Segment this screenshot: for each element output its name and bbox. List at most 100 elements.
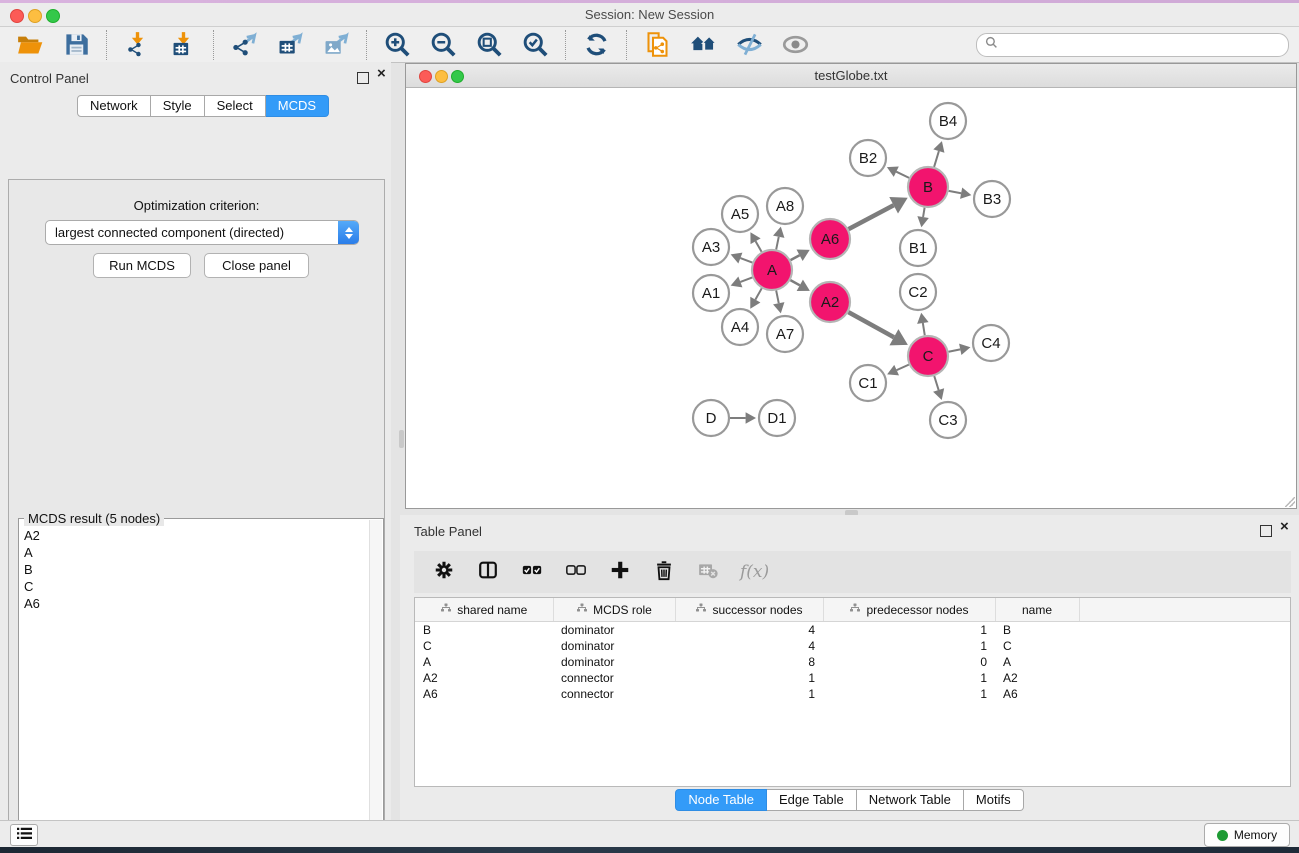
- graph-edge-A-A7[interactable]: [776, 291, 779, 304]
- table-row[interactable]: Adominator80A: [415, 654, 1290, 670]
- table-cell[interactable]: connector: [553, 686, 675, 702]
- zoom-in-button[interactable]: [382, 30, 412, 60]
- graph-node-B[interactable]: B: [908, 167, 948, 207]
- select-all-columns-button[interactable]: [520, 559, 544, 585]
- import-network-button[interactable]: [122, 30, 152, 60]
- graph-edge-A-A2[interactable]: [790, 280, 799, 285]
- column-header-mcds-role[interactable]: MCDS role: [553, 598, 675, 622]
- vertical-splitter-handle[interactable]: [399, 430, 404, 448]
- graph-node-A6[interactable]: A6: [810, 219, 850, 259]
- mcds-result-item[interactable]: A: [20, 544, 370, 561]
- graph-edge-C-C4[interactable]: [949, 349, 961, 351]
- delete-column-button[interactable]: [652, 559, 676, 585]
- graph-edge-C-C2[interactable]: [923, 323, 925, 335]
- table-cell[interactable]: A: [415, 654, 553, 670]
- unselect-all-columns-button[interactable]: [564, 559, 588, 585]
- table-cell[interactable]: A2: [995, 670, 1079, 686]
- graph-node-C[interactable]: C: [908, 336, 948, 376]
- graph-edge-A-A4[interactable]: [755, 288, 761, 299]
- search-input[interactable]: [1003, 37, 1280, 53]
- show-columns-button[interactable]: [476, 559, 500, 585]
- table-cell[interactable]: C: [415, 638, 553, 654]
- graph-edge-B-B2[interactable]: [896, 172, 909, 178]
- tab-network[interactable]: Network: [77, 95, 151, 117]
- table-cell[interactable]: dominator: [553, 622, 675, 639]
- export-image-button[interactable]: [321, 30, 351, 60]
- zoom-selected-button[interactable]: [520, 30, 550, 60]
- table-cell[interactable]: dominator: [553, 654, 675, 670]
- tab-node-table[interactable]: Node Table: [675, 789, 767, 811]
- table-row[interactable]: A6connector11A6: [415, 686, 1290, 702]
- graph-node-A2[interactable]: A2: [810, 282, 850, 322]
- graph-edge-B-B4[interactable]: [934, 151, 939, 167]
- tab-motifs[interactable]: Motifs: [964, 789, 1024, 811]
- graph-node-C3[interactable]: C3: [930, 402, 966, 438]
- float-control-panel-button[interactable]: [357, 72, 369, 86]
- graph-node-B1[interactable]: B1: [900, 230, 936, 266]
- network-canvas[interactable]: B4B2BB3A8A5A6A3B1AA1C2A2A4A7C4CC1C3DD1: [406, 88, 1296, 508]
- column-header-predecessor-nodes[interactable]: predecessor nodes: [823, 598, 995, 622]
- mcds-result-item[interactable]: B: [20, 561, 370, 578]
- table-cell[interactable]: 0: [823, 654, 995, 670]
- mcds-result-item[interactable]: A6: [20, 595, 370, 612]
- float-table-panel-button[interactable]: [1260, 525, 1272, 539]
- graph-edge-A-A6[interactable]: [791, 255, 800, 260]
- graph-edge-A2-C[interactable]: [848, 312, 894, 337]
- save-session-button[interactable]: [61, 30, 91, 60]
- close-control-panel-button[interactable]: ×: [377, 68, 386, 80]
- graph-node-A7[interactable]: A7: [767, 316, 803, 352]
- graph-node-A4[interactable]: A4: [722, 309, 758, 345]
- graph-node-D[interactable]: D: [693, 400, 729, 436]
- optimization-criterion-select[interactable]: largest connected component (directed): [45, 220, 359, 245]
- column-header-shared-name[interactable]: shared name: [415, 598, 553, 622]
- memory-button[interactable]: Memory: [1204, 823, 1290, 847]
- table-cell[interactable]: connector: [553, 670, 675, 686]
- close-table-panel-button[interactable]: ×: [1280, 521, 1289, 533]
- export-table-button[interactable]: [275, 30, 305, 60]
- table-cell[interactable]: B: [995, 622, 1079, 639]
- column-header-name[interactable]: name: [995, 598, 1079, 622]
- graph-node-B4[interactable]: B4: [930, 103, 966, 139]
- graph-edge-C-C3[interactable]: [934, 376, 938, 390]
- clone-network-button[interactable]: [642, 30, 672, 60]
- table-cell[interactable]: 1: [823, 638, 995, 654]
- zoom-out-button[interactable]: [428, 30, 458, 60]
- table-cell[interactable]: 4: [675, 622, 823, 639]
- task-history-button[interactable]: [10, 824, 38, 846]
- tab-mcds[interactable]: MCDS: [266, 95, 329, 117]
- mcds-result-list[interactable]: A2ABCA6: [20, 527, 370, 853]
- export-network-button[interactable]: [229, 30, 259, 60]
- graph-node-C1[interactable]: C1: [850, 365, 886, 401]
- graph-edge-A-A1[interactable]: [740, 277, 752, 282]
- table-cell[interactable]: 4: [675, 638, 823, 654]
- graph-node-D1[interactable]: D1: [759, 400, 795, 436]
- graph-node-A[interactable]: A: [752, 250, 792, 290]
- graph-node-A8[interactable]: A8: [767, 188, 803, 224]
- tab-network-table[interactable]: Network Table: [857, 789, 964, 811]
- table-cell[interactable]: 1: [823, 686, 995, 702]
- hide-panels-button[interactable]: [734, 30, 764, 60]
- table-options-button[interactable]: [432, 559, 456, 585]
- home-button[interactable]: [688, 30, 718, 60]
- graph-node-A3[interactable]: A3: [693, 229, 729, 265]
- table-cell[interactable]: A6: [995, 686, 1079, 702]
- graph-edge-A-A5[interactable]: [756, 241, 762, 252]
- graph-node-B2[interactable]: B2: [850, 140, 886, 176]
- refresh-button[interactable]: [581, 30, 611, 60]
- table-cell[interactable]: 1: [823, 670, 995, 686]
- graph-edge-A-A3[interactable]: [740, 258, 752, 263]
- table-cell[interactable]: 1: [675, 686, 823, 702]
- graph-edge-A-A8[interactable]: [776, 237, 779, 250]
- table-row[interactable]: Cdominator41C: [415, 638, 1290, 654]
- tab-select[interactable]: Select: [205, 95, 266, 117]
- graph-node-B3[interactable]: B3: [974, 181, 1010, 217]
- add-column-button[interactable]: [608, 559, 632, 585]
- graph-node-A1[interactable]: A1: [693, 275, 729, 311]
- table-cell[interactable]: C: [995, 638, 1079, 654]
- mcds-result-item[interactable]: A2: [20, 527, 370, 544]
- search-box[interactable]: [976, 33, 1289, 57]
- table-cell[interactable]: A6: [415, 686, 553, 702]
- run-mcds-button[interactable]: Run MCDS: [93, 253, 191, 278]
- graph-edge-B-B3[interactable]: [949, 191, 961, 193]
- close-panel-button[interactable]: Close panel: [204, 253, 309, 278]
